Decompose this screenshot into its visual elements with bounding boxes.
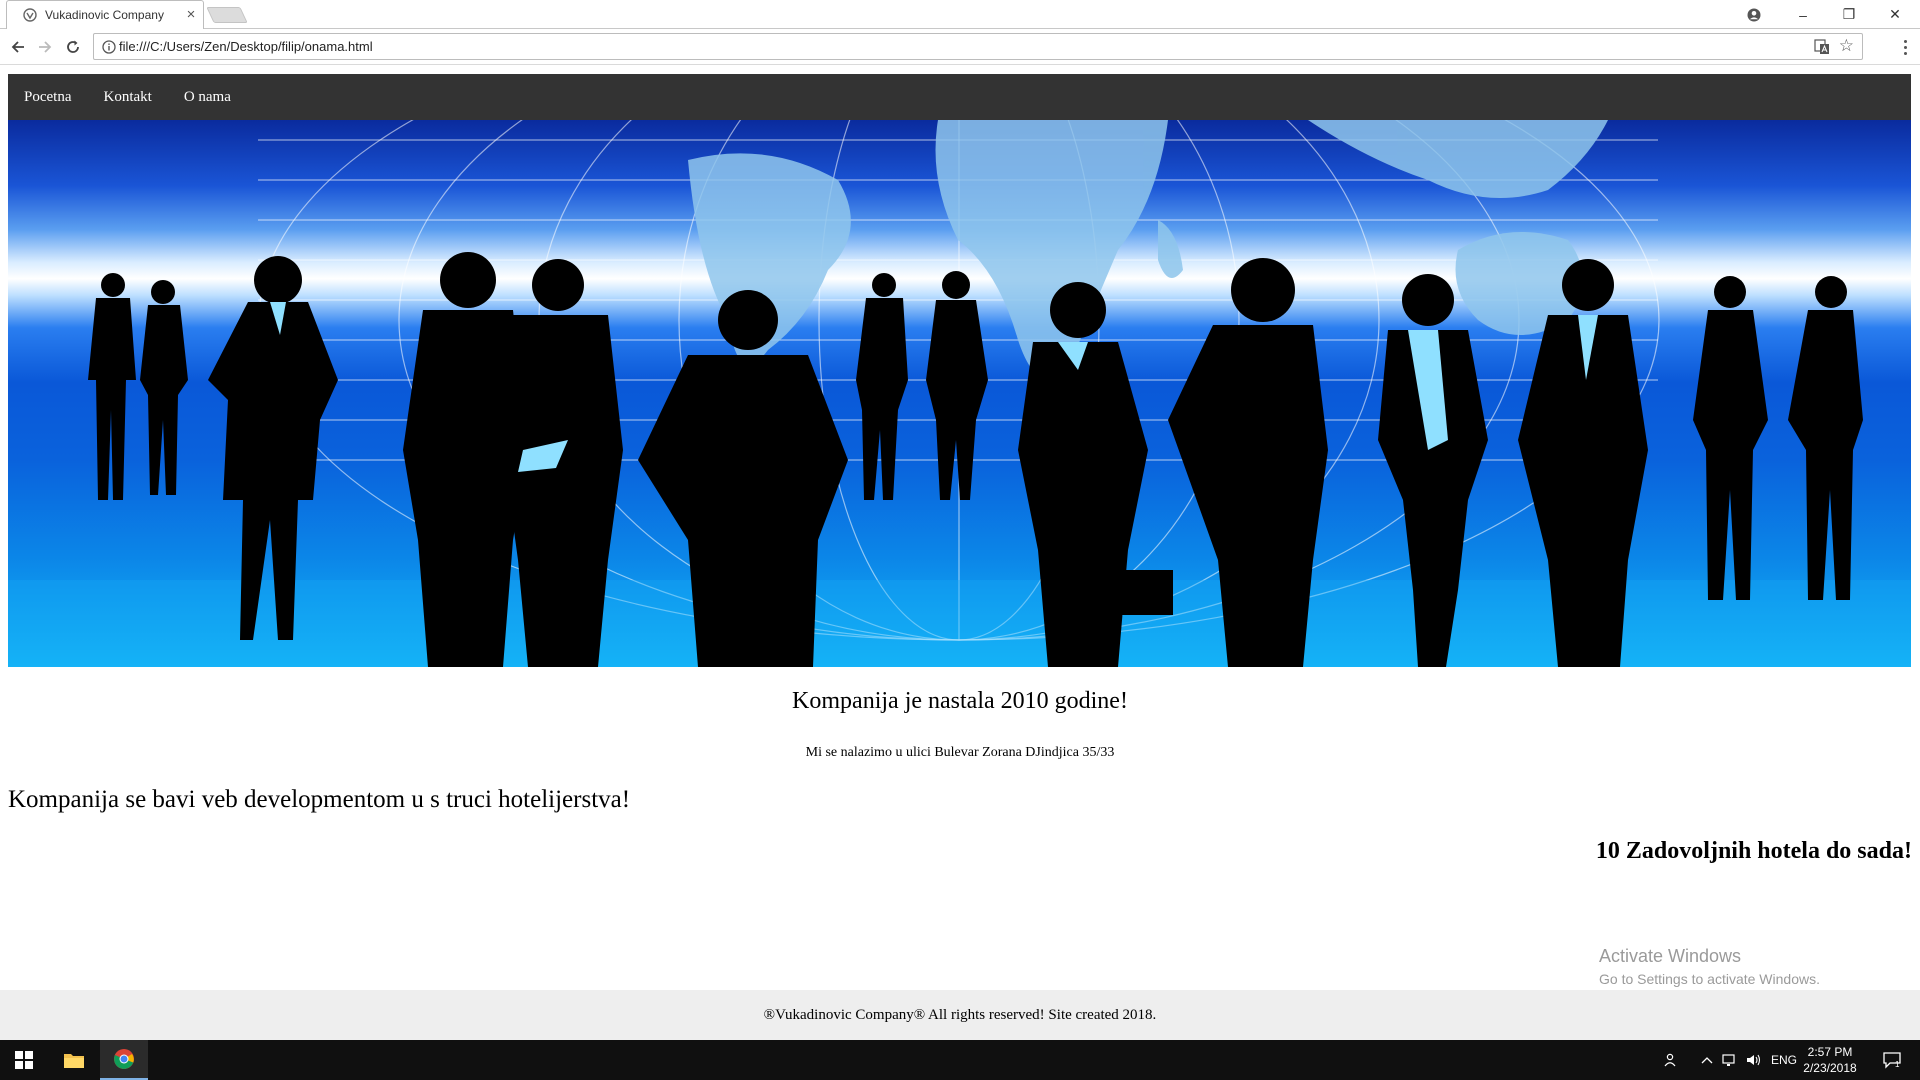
restore-button[interactable]: ❐: [1826, 0, 1872, 29]
hero-banner-image: [8, 120, 1911, 667]
site-favicon-icon: [23, 8, 37, 22]
page-footer: ®Vukadinovic Company® All rights reserve…: [0, 990, 1920, 1040]
clock-time: 2:57 PM: [1807, 1045, 1853, 1059]
network-icon[interactable]: [1720, 1040, 1740, 1080]
hotels-count-text: 10 Zadovoljnih hotela do sada!: [1595, 838, 1912, 864]
business-people-silhouettes-illustration: [8, 120, 1911, 667]
site-nav-bar: Pocetna Kontakt O nama: [8, 74, 1911, 120]
windows-start-icon[interactable]: [0, 1040, 48, 1080]
file-explorer-icon[interactable]: [50, 1040, 98, 1080]
chrome-taskbar-icon[interactable]: [100, 1040, 148, 1080]
volume-icon[interactable]: [1744, 1040, 1764, 1080]
bookmark-star-icon[interactable]: ☆: [1839, 37, 1854, 55]
watermark-title: Activate Windows: [1599, 946, 1742, 966]
nav-link-pocetna[interactable]: Pocetna: [24, 89, 71, 106]
forward-arrow-icon[interactable]: [35, 37, 55, 57]
browser-tab-strip: Vukadinovic Company × – ❐ ✕: [0, 0, 1920, 29]
minimize-button[interactable]: –: [1780, 0, 1826, 29]
translate-icon[interactable]: [1814, 39, 1830, 55]
nav-link-o-nama[interactable]: O nama: [184, 89, 231, 106]
browser-menu-icon[interactable]: [1895, 37, 1915, 57]
footer-text: ®Vukadinovic Company® All rights reserve…: [763, 1006, 1157, 1023]
info-icon[interactable]: [102, 40, 116, 54]
chevron-up-icon[interactable]: [1698, 1040, 1716, 1080]
url-text: file:///C:/Users/Zen/Desktop/filip/onama…: [119, 39, 373, 54]
profile-icon[interactable]: [1731, 0, 1777, 29]
business-description: Kompanija se bavi veb developmentom u s …: [8, 786, 631, 813]
nav-link-kontakt[interactable]: Kontakt: [103, 89, 151, 106]
reload-icon[interactable]: [63, 37, 83, 57]
address-text: Mi se nalazimo u ulici Bulevar Zorana DJ…: [805, 745, 1115, 760]
tab-title: Vukadinovic Company: [45, 8, 164, 22]
browser-toolbar: file:///C:/Users/Zen/Desktop/filip/onama…: [0, 29, 1920, 65]
activate-windows-watermark: Activate Windows Go to Settings to activ…: [1599, 946, 1820, 987]
windows-taskbar: ENG 2:57 PM 2/23/2018 1: [0, 1040, 1920, 1080]
browser-tab[interactable]: Vukadinovic Company ×: [6, 0, 204, 29]
action-center-icon[interactable]: 1: [1872, 1040, 1912, 1080]
watermark-subtitle: Go to Settings to activate Windows.: [1599, 971, 1820, 987]
address-bar[interactable]: file:///C:/Users/Zen/Desktop/filip/onama…: [93, 33, 1863, 60]
notification-count: 1: [1895, 1060, 1900, 1069]
clock-date: 2/23/2018: [1803, 1061, 1857, 1075]
tab-close-icon[interactable]: ×: [183, 7, 199, 23]
founded-heading: Kompanija je nastala 2010 godine!: [792, 688, 1128, 714]
close-window-button[interactable]: ✕: [1872, 0, 1918, 29]
back-arrow-icon[interactable]: [8, 37, 28, 57]
people-icon[interactable]: [1660, 1040, 1684, 1080]
taskbar-clock[interactable]: 2:57 PM 2/23/2018: [1790, 1044, 1870, 1076]
new-tab-button[interactable]: [206, 7, 248, 23]
